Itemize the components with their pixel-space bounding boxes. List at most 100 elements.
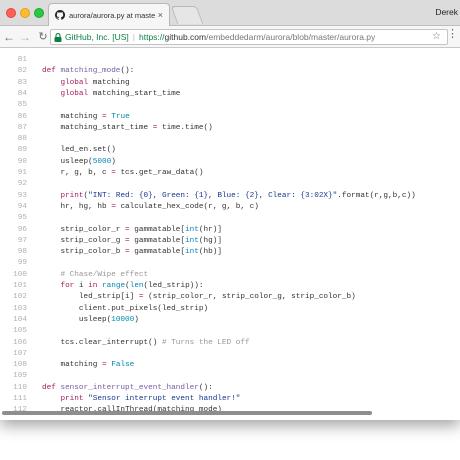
- line-number[interactable]: 93: [0, 191, 27, 202]
- code-token: 10000: [111, 315, 135, 324]
- line-number[interactable]: 108: [0, 360, 27, 371]
- line-number[interactable]: 92: [0, 179, 27, 190]
- line-number[interactable]: 106: [0, 338, 27, 349]
- reload-icon[interactable]: ↻: [36, 30, 50, 43]
- line-number[interactable]: 97: [0, 236, 27, 247]
- code-text: matching = False: [42, 360, 134, 371]
- line-number[interactable]: 104: [0, 315, 27, 326]
- line-number[interactable]: 90: [0, 157, 27, 168]
- zoom-window-button[interactable]: [34, 8, 44, 18]
- code-text: r, g, b, c = tcs.get_raw_data(): [42, 168, 203, 179]
- code-line: 94 hr, hg, hb = calculate_hex_code(r, g,…: [0, 202, 460, 213]
- code-token: matching_mode: [60, 67, 121, 76]
- line-number[interactable]: 107: [0, 349, 27, 360]
- code-text: matching = True: [42, 112, 129, 123]
- line-number[interactable]: 98: [0, 247, 27, 258]
- new-tab-button[interactable]: [170, 6, 204, 24]
- line-number[interactable]: 81: [0, 55, 27, 66]
- line-number[interactable]: 86: [0, 112, 27, 123]
- certificate-label[interactable]: GitHub, Inc. [US]: [65, 32, 129, 42]
- code-token: client.put_pixels(led_strip): [42, 304, 209, 313]
- code-line: 87 matching_start_time = time.time(): [0, 123, 460, 134]
- code-text: global matching: [42, 78, 129, 89]
- code-token: ():: [120, 67, 135, 76]
- code-text: hr, hg, hb = calculate_hex_code(r, g, b,…: [42, 202, 258, 213]
- code-token: time.time(): [157, 123, 213, 132]
- line-number[interactable]: 99: [0, 258, 27, 269]
- code-token: False: [111, 361, 135, 370]
- code-line: 83 global matching: [0, 78, 460, 89]
- code-token: r, g, b, c: [42, 169, 112, 177]
- line-number[interactable]: 109: [0, 371, 27, 382]
- code-line: 106 tcs.clear_interrupt() # Turns the LE…: [0, 338, 460, 349]
- code-token: 5000: [92, 157, 112, 166]
- line-number[interactable]: 111: [0, 394, 27, 405]
- code-line: 92: [0, 179, 460, 190]
- code-token: led_en.set(): [42, 146, 116, 155]
- address-bar[interactable]: GitHub, Inc. [US] | https://github.com/e…: [50, 29, 448, 45]
- code-token: usleep(: [42, 157, 93, 166]
- code-token: tcs.get_raw_data(): [115, 169, 204, 177]
- bookmark-star-icon[interactable]: ☆: [432, 31, 441, 42]
- horizontal-scrollbar[interactable]: [2, 411, 372, 415]
- line-number[interactable]: 103: [0, 304, 27, 315]
- forward-arrow-icon[interactable]: →: [18, 30, 32, 44]
- code-text: print "Sensor interrupt event handler!": [42, 394, 240, 405]
- code-token: print: [60, 395, 84, 403]
- line-number[interactable]: 101: [0, 281, 27, 292]
- line-number[interactable]: 91: [0, 168, 27, 179]
- minimize-window-button[interactable]: [20, 8, 30, 18]
- code-token: print: [60, 191, 84, 200]
- line-number[interactable]: 89: [0, 145, 27, 156]
- code-token: "Sensor interrupt event handler!": [88, 395, 241, 403]
- code-token: for: [60, 282, 75, 290]
- line-number[interactable]: 85: [0, 100, 27, 111]
- line-number[interactable]: 102: [0, 292, 27, 303]
- tab-strip: aurora/aurora.py at master · em × Derek: [0, 0, 460, 26]
- code-token: in: [88, 282, 98, 290]
- line-number[interactable]: 105: [0, 326, 27, 337]
- code-line: 85: [0, 100, 460, 111]
- tab-close-icon[interactable]: ×: [158, 10, 163, 20]
- code-token: global: [60, 78, 89, 87]
- browser-menu-icon[interactable]: ⋮: [447, 27, 458, 40]
- code-text: global matching_start_time: [42, 89, 180, 100]
- line-number[interactable]: 83: [0, 78, 27, 89]
- profile-name[interactable]: Derek: [435, 7, 458, 17]
- code-token: (hr)]: [198, 225, 222, 234]
- code-token: int: [185, 225, 199, 234]
- code-line: 111 print "Sensor interrupt event handle…: [0, 394, 460, 405]
- line-number[interactable]: 96: [0, 225, 27, 236]
- back-arrow-icon[interactable]: ←: [2, 30, 16, 44]
- line-number[interactable]: 100: [0, 270, 27, 281]
- tab-title: aurora/aurora.py at master · em: [69, 10, 155, 20]
- line-number[interactable]: 87: [0, 123, 27, 134]
- line-number[interactable]: 94: [0, 202, 27, 213]
- line-number[interactable]: 110: [0, 383, 27, 394]
- code-token: (led_strip)):: [143, 282, 204, 290]
- line-number[interactable]: 88: [0, 134, 27, 145]
- code-view: 81 82 def matching_mode(): 83 global matchi…: [0, 49, 460, 413]
- code-text: strip_color_r = gammatable[int(hr)]: [42, 225, 222, 236]
- tab-active[interactable]: aurora/aurora.py at master · em ×: [48, 3, 170, 26]
- code-text: tcs.clear_interrupt() # Turns the LED of…: [42, 338, 250, 349]
- code-token: matching: [42, 112, 102, 121]
- code-text: led_en.set(): [42, 145, 116, 156]
- code-line: 95: [0, 213, 460, 224]
- code-token: matching_start_time: [88, 89, 181, 98]
- code-token: sensor_interrupt_event_handler: [60, 383, 199, 392]
- url-host: github.com: [164, 32, 207, 42]
- line-number[interactable]: 95: [0, 213, 27, 224]
- code-token: # Turns the LED off: [161, 338, 250, 347]
- code-token: gammatable[: [129, 248, 186, 257]
- code-line: 101 for i in range(len(led_strip)):: [0, 281, 460, 292]
- line-number[interactable]: 84: [0, 89, 27, 100]
- address-separator: |: [132, 32, 135, 42]
- close-window-button[interactable]: [6, 8, 16, 18]
- code-token: gammatable[: [129, 236, 186, 245]
- code-line: 90 usleep(5000): [0, 157, 460, 168]
- line-number[interactable]: 82: [0, 66, 27, 77]
- code-token: matching_start_time: [42, 123, 153, 132]
- code-token: len: [129, 282, 144, 290]
